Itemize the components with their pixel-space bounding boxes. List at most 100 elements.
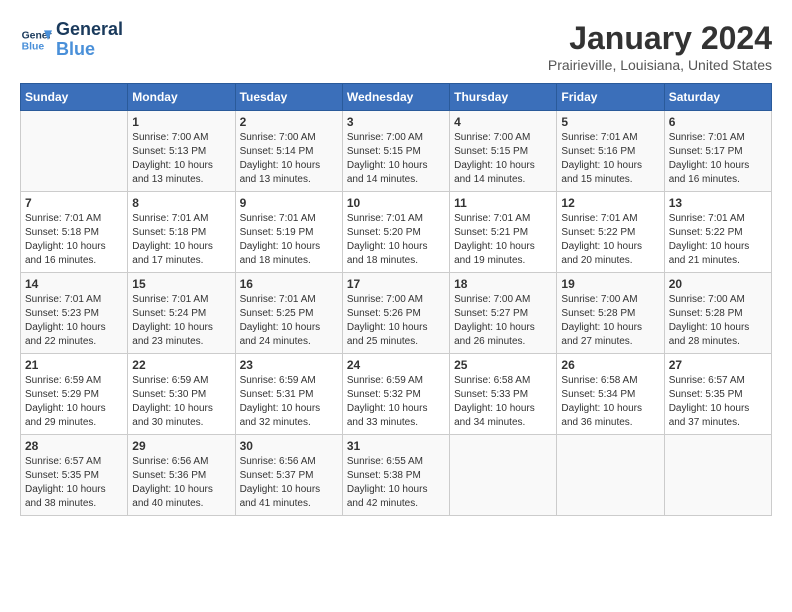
day-number: 30 (240, 439, 338, 453)
week-row-1: 1 Sunrise: 7:00 AMSunset: 5:13 PMDayligh… (21, 111, 772, 192)
day-info: Sunrise: 7:01 AMSunset: 5:22 PMDaylight:… (669, 212, 767, 268)
title-block: January 2024 Prairieville, Louisiana, Un… (548, 20, 772, 73)
week-row-3: 14 Sunrise: 7:01 AMSunset: 5:23 PMDaylig… (21, 273, 772, 354)
day-number: 23 (240, 358, 338, 372)
day-cell: 23 Sunrise: 6:59 AMSunset: 5:31 PMDaylig… (235, 354, 342, 435)
day-info: Sunrise: 6:57 AMSunset: 5:35 PMDaylight:… (25, 455, 123, 511)
day-info: Sunrise: 6:59 AMSunset: 5:29 PMDaylight:… (25, 374, 123, 430)
day-info: Sunrise: 7:00 AMSunset: 5:14 PMDaylight:… (240, 131, 338, 187)
day-info: Sunrise: 7:00 AMSunset: 5:28 PMDaylight:… (669, 293, 767, 349)
svg-text:Blue: Blue (22, 41, 45, 52)
day-header-friday: Friday (557, 84, 664, 111)
day-number: 26 (561, 358, 659, 372)
day-cell: 17 Sunrise: 7:00 AMSunset: 5:26 PMDaylig… (342, 273, 449, 354)
day-number: 13 (669, 196, 767, 210)
day-header-sunday: Sunday (21, 84, 128, 111)
day-cell: 11 Sunrise: 7:01 AMSunset: 5:21 PMDaylig… (450, 192, 557, 273)
day-cell: 9 Sunrise: 7:01 AMSunset: 5:19 PMDayligh… (235, 192, 342, 273)
day-cell: 22 Sunrise: 6:59 AMSunset: 5:30 PMDaylig… (128, 354, 235, 435)
day-number: 22 (132, 358, 230, 372)
day-header-saturday: Saturday (664, 84, 771, 111)
logo: General Blue General Blue (20, 20, 123, 60)
day-info: Sunrise: 6:59 AMSunset: 5:30 PMDaylight:… (132, 374, 230, 430)
day-info: Sunrise: 6:58 AMSunset: 5:34 PMDaylight:… (561, 374, 659, 430)
day-number: 18 (454, 277, 552, 291)
location: Prairieville, Louisiana, United States (548, 57, 772, 73)
day-header-monday: Monday (128, 84, 235, 111)
day-number: 4 (454, 115, 552, 129)
day-cell: 29 Sunrise: 6:56 AMSunset: 5:36 PMDaylig… (128, 435, 235, 516)
day-info: Sunrise: 7:01 AMSunset: 5:22 PMDaylight:… (561, 212, 659, 268)
day-info: Sunrise: 6:56 AMSunset: 5:37 PMDaylight:… (240, 455, 338, 511)
day-info: Sunrise: 7:00 AMSunset: 5:26 PMDaylight:… (347, 293, 445, 349)
day-number: 11 (454, 196, 552, 210)
day-cell: 1 Sunrise: 7:00 AMSunset: 5:13 PMDayligh… (128, 111, 235, 192)
day-cell: 16 Sunrise: 7:01 AMSunset: 5:25 PMDaylig… (235, 273, 342, 354)
day-info: Sunrise: 7:00 AMSunset: 5:15 PMDaylight:… (347, 131, 445, 187)
day-info: Sunrise: 6:57 AMSunset: 5:35 PMDaylight:… (669, 374, 767, 430)
day-header-thursday: Thursday (450, 84, 557, 111)
day-cell (21, 111, 128, 192)
day-cell (450, 435, 557, 516)
day-number: 6 (669, 115, 767, 129)
day-number: 16 (240, 277, 338, 291)
day-info: Sunrise: 7:01 AMSunset: 5:18 PMDaylight:… (25, 212, 123, 268)
day-cell: 13 Sunrise: 7:01 AMSunset: 5:22 PMDaylig… (664, 192, 771, 273)
week-row-5: 28 Sunrise: 6:57 AMSunset: 5:35 PMDaylig… (21, 435, 772, 516)
day-cell: 2 Sunrise: 7:00 AMSunset: 5:14 PMDayligh… (235, 111, 342, 192)
day-info: Sunrise: 7:01 AMSunset: 5:23 PMDaylight:… (25, 293, 123, 349)
day-info: Sunrise: 7:00 AMSunset: 5:28 PMDaylight:… (561, 293, 659, 349)
day-info: Sunrise: 7:01 AMSunset: 5:17 PMDaylight:… (669, 131, 767, 187)
month-title: January 2024 (548, 20, 772, 57)
day-cell: 6 Sunrise: 7:01 AMSunset: 5:17 PMDayligh… (664, 111, 771, 192)
day-info: Sunrise: 7:01 AMSunset: 5:25 PMDaylight:… (240, 293, 338, 349)
day-number: 5 (561, 115, 659, 129)
day-number: 2 (240, 115, 338, 129)
day-cell: 12 Sunrise: 7:01 AMSunset: 5:22 PMDaylig… (557, 192, 664, 273)
calendar-table: SundayMondayTuesdayWednesdayThursdayFrid… (20, 83, 772, 516)
day-number: 12 (561, 196, 659, 210)
day-number: 20 (669, 277, 767, 291)
day-number: 3 (347, 115, 445, 129)
day-cell: 26 Sunrise: 6:58 AMSunset: 5:34 PMDaylig… (557, 354, 664, 435)
day-info: Sunrise: 7:01 AMSunset: 5:16 PMDaylight:… (561, 131, 659, 187)
day-header-tuesday: Tuesday (235, 84, 342, 111)
logo-text: General Blue (56, 20, 123, 60)
day-info: Sunrise: 7:01 AMSunset: 5:21 PMDaylight:… (454, 212, 552, 268)
logo-icon: General Blue (20, 24, 52, 56)
day-info: Sunrise: 7:01 AMSunset: 5:20 PMDaylight:… (347, 212, 445, 268)
page-header: General Blue General Blue January 2024 P… (20, 20, 772, 73)
day-info: Sunrise: 7:01 AMSunset: 5:19 PMDaylight:… (240, 212, 338, 268)
day-cell: 24 Sunrise: 6:59 AMSunset: 5:32 PMDaylig… (342, 354, 449, 435)
day-info: Sunrise: 6:56 AMSunset: 5:36 PMDaylight:… (132, 455, 230, 511)
week-row-4: 21 Sunrise: 6:59 AMSunset: 5:29 PMDaylig… (21, 354, 772, 435)
day-cell: 25 Sunrise: 6:58 AMSunset: 5:33 PMDaylig… (450, 354, 557, 435)
day-number: 10 (347, 196, 445, 210)
day-cell: 27 Sunrise: 6:57 AMSunset: 5:35 PMDaylig… (664, 354, 771, 435)
day-cell: 31 Sunrise: 6:55 AMSunset: 5:38 PMDaylig… (342, 435, 449, 516)
day-info: Sunrise: 7:00 AMSunset: 5:13 PMDaylight:… (132, 131, 230, 187)
day-number: 24 (347, 358, 445, 372)
day-number: 7 (25, 196, 123, 210)
day-cell: 21 Sunrise: 6:59 AMSunset: 5:29 PMDaylig… (21, 354, 128, 435)
day-number: 17 (347, 277, 445, 291)
day-header-wednesday: Wednesday (342, 84, 449, 111)
day-cell: 19 Sunrise: 7:00 AMSunset: 5:28 PMDaylig… (557, 273, 664, 354)
day-cell: 30 Sunrise: 6:56 AMSunset: 5:37 PMDaylig… (235, 435, 342, 516)
day-cell: 8 Sunrise: 7:01 AMSunset: 5:18 PMDayligh… (128, 192, 235, 273)
day-info: Sunrise: 6:59 AMSunset: 5:31 PMDaylight:… (240, 374, 338, 430)
day-info: Sunrise: 7:00 AMSunset: 5:27 PMDaylight:… (454, 293, 552, 349)
day-cell: 5 Sunrise: 7:01 AMSunset: 5:16 PMDayligh… (557, 111, 664, 192)
day-cell: 28 Sunrise: 6:57 AMSunset: 5:35 PMDaylig… (21, 435, 128, 516)
day-cell: 10 Sunrise: 7:01 AMSunset: 5:20 PMDaylig… (342, 192, 449, 273)
day-cell: 3 Sunrise: 7:00 AMSunset: 5:15 PMDayligh… (342, 111, 449, 192)
header-row: SundayMondayTuesdayWednesdayThursdayFrid… (21, 84, 772, 111)
day-number: 15 (132, 277, 230, 291)
day-number: 14 (25, 277, 123, 291)
day-cell: 7 Sunrise: 7:01 AMSunset: 5:18 PMDayligh… (21, 192, 128, 273)
day-info: Sunrise: 7:00 AMSunset: 5:15 PMDaylight:… (454, 131, 552, 187)
day-number: 25 (454, 358, 552, 372)
day-cell: 20 Sunrise: 7:00 AMSunset: 5:28 PMDaylig… (664, 273, 771, 354)
day-number: 9 (240, 196, 338, 210)
day-info: Sunrise: 6:59 AMSunset: 5:32 PMDaylight:… (347, 374, 445, 430)
